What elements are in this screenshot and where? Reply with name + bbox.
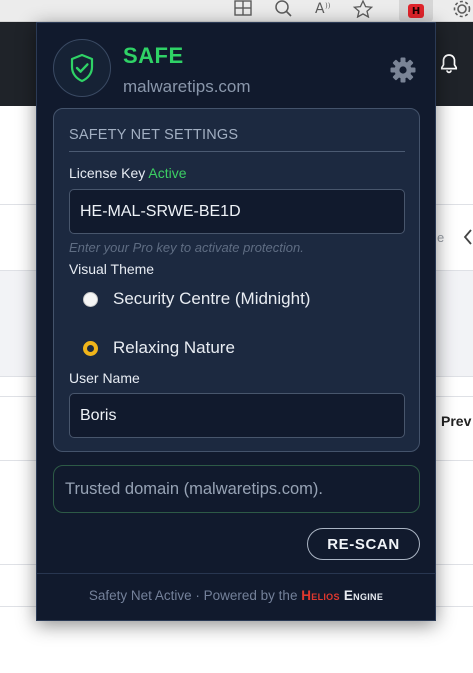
license-key-value: HE-MAL-SRWE-BE1D bbox=[80, 202, 241, 220]
helios-logo-icon: H bbox=[408, 4, 424, 18]
user-name-label: User Name bbox=[69, 370, 140, 386]
theme-option-midnight[interactable]: Security Centre (Midnight) bbox=[83, 287, 310, 311]
visual-theme-label: Visual Theme bbox=[69, 261, 155, 277]
svg-text:A: A bbox=[315, 1, 325, 17]
trusted-domain-message: Trusted domain (malwaretips.com). bbox=[53, 465, 420, 513]
read-aloud-icon[interactable]: A)) bbox=[312, 0, 334, 18]
current-domain: malwaretips.com bbox=[123, 77, 251, 96]
bell-icon[interactable] bbox=[437, 52, 461, 76]
footer: Safety Net Active · Powered by the Helio… bbox=[37, 588, 435, 603]
radio-nature[interactable] bbox=[83, 340, 98, 356]
footer-text: Safety Net Active · Powered by the bbox=[88, 588, 298, 603]
split-screen-icon[interactable] bbox=[232, 0, 254, 18]
user-name-value: Boris bbox=[80, 406, 117, 424]
license-key-label: License Key bbox=[69, 165, 146, 181]
helios-extension-button[interactable]: H bbox=[399, 0, 433, 22]
license-key-input[interactable]: HE-MAL-SRWE-BE1D bbox=[69, 189, 405, 234]
browser-toolbar: A)) H bbox=[0, 0, 473, 22]
zoom-icon[interactable] bbox=[272, 0, 294, 18]
settings-panel: SAFETY NET SETTINGS License Key Active H… bbox=[53, 108, 420, 452]
svg-text:)): )) bbox=[325, 2, 331, 10]
user-name-input[interactable]: Boris bbox=[69, 393, 405, 438]
theme-option-nature[interactable]: Relaxing Nature bbox=[83, 336, 235, 360]
license-hint: Enter your Pro key to activate protectio… bbox=[69, 240, 304, 255]
page-partial-text: e bbox=[437, 230, 445, 245]
prev-link[interactable]: Prev bbox=[441, 413, 471, 429]
engine-logo-word-helios: Helios bbox=[301, 588, 340, 603]
helios-engine-logo: Helios Engine bbox=[301, 588, 383, 603]
browser-gear-icon[interactable] bbox=[451, 0, 473, 18]
license-status: Active bbox=[148, 165, 187, 181]
settings-heading: SAFETY NET SETTINGS bbox=[69, 127, 239, 143]
rescan-button[interactable]: RE-SCAN bbox=[307, 528, 420, 560]
chevron-left-icon[interactable] bbox=[463, 228, 473, 246]
footer-divider bbox=[37, 573, 435, 574]
shield-badge bbox=[53, 39, 111, 97]
trusted-domain-text: Trusted domain (malwaretips.com). bbox=[65, 479, 323, 498]
settings-divider bbox=[69, 151, 405, 152]
favorite-star-icon[interactable] bbox=[352, 0, 374, 19]
radio-midnight[interactable] bbox=[83, 291, 98, 307]
shield-check-icon bbox=[70, 53, 94, 83]
theme-option-label: Security Centre (Midnight) bbox=[113, 289, 311, 308]
gear-icon[interactable] bbox=[389, 56, 417, 84]
extension-popup: SAFE malwaretips.com SAFETY NET SETTINGS… bbox=[36, 22, 436, 621]
safety-status: SAFE bbox=[123, 43, 184, 68]
theme-option-label: Relaxing Nature bbox=[113, 338, 235, 357]
license-label-row: License Key Active bbox=[69, 165, 187, 181]
engine-logo-word-engine: Engine bbox=[343, 588, 384, 603]
